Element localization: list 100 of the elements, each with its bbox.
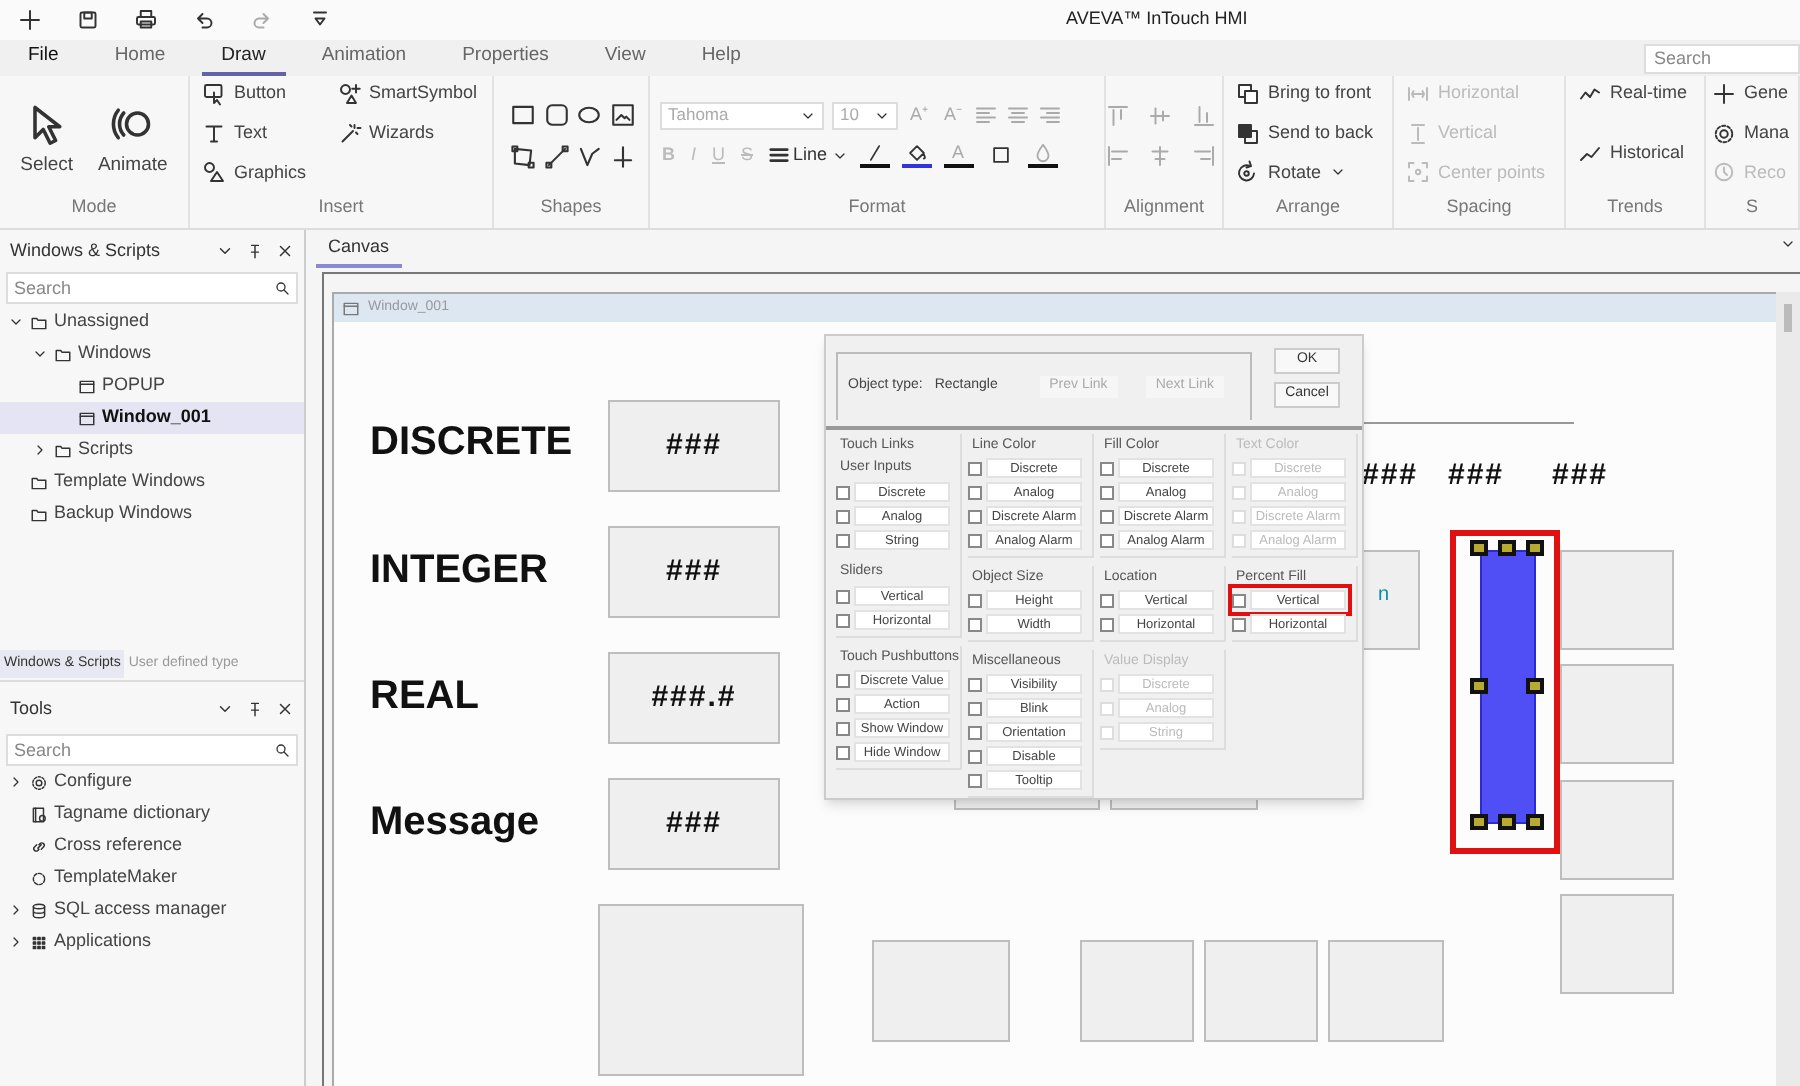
checkbox[interactable] <box>968 509 982 523</box>
search-field[interactable]: Search <box>1644 43 1800 73</box>
close-icon[interactable] <box>276 242 294 260</box>
search-icon[interactable] <box>274 280 290 296</box>
align-center-icon[interactable] <box>1006 103 1031 128</box>
tree-item[interactable]: Scripts <box>0 434 304 466</box>
tree-item[interactable]: POPUP <box>0 370 304 402</box>
search-field[interactable]: Search <box>6 734 298 766</box>
checkbox[interactable] <box>968 593 982 607</box>
tool-item[interactable]: SQL access manager <box>0 894 304 926</box>
checkbox[interactable] <box>836 533 850 547</box>
ribbon-button[interactable]: Wizards <box>337 115 480 152</box>
checkbox[interactable] <box>968 461 982 475</box>
align-center-icon[interactable] <box>1148 143 1173 167</box>
checkbox[interactable] <box>836 613 850 627</box>
tree-item[interactable]: Backup Windows <box>0 498 304 530</box>
menu-tab[interactable]: View <box>602 40 648 76</box>
checkbox[interactable] <box>968 485 982 499</box>
tree-item[interactable]: Unassigned <box>0 306 304 338</box>
ribbon-button[interactable]: Gene <box>1712 76 1792 112</box>
resize-handle[interactable] <box>1470 677 1488 693</box>
search-field[interactable]: Search <box>6 272 298 304</box>
polyline-icon[interactable] <box>576 143 602 169</box>
checkbox[interactable] <box>1100 593 1114 607</box>
tree-item[interactable]: Windows <box>0 338 304 370</box>
checkbox[interactable] <box>968 773 982 787</box>
search-icon[interactable] <box>274 742 290 758</box>
pin-icon[interactable] <box>246 242 264 260</box>
tool-item[interactable]: TemplateMaker <box>0 862 304 894</box>
tree-item[interactable]: Window_001 <box>0 402 304 434</box>
menu-tab[interactable]: Help <box>699 40 743 76</box>
print-icon[interactable] <box>134 8 158 32</box>
redo-icon[interactable] <box>250 8 274 32</box>
chevron-right-icon[interactable] <box>32 442 48 458</box>
checkbox[interactable] <box>1100 485 1114 499</box>
checkbox[interactable] <box>968 725 982 739</box>
checkbox[interactable] <box>968 533 982 547</box>
align-left-icon[interactable] <box>1106 143 1130 167</box>
align-middle-icon[interactable] <box>1148 103 1173 127</box>
chevron-right-icon[interactable] <box>8 774 24 790</box>
tool-item[interactable]: Cross reference <box>0 830 304 862</box>
ribbon-button[interactable]: SmartSymbol <box>337 76 480 112</box>
align-left-icon[interactable] <box>974 103 999 128</box>
checkbox[interactable] <box>1100 461 1114 475</box>
rounded-rectangle-icon[interactable] <box>543 101 569 127</box>
canvas-tab[interactable]: Canvas <box>316 230 402 268</box>
mode-button[interactable]: Select <box>20 101 74 181</box>
menu-tab[interactable]: Home <box>112 40 168 76</box>
polygon-icon[interactable] <box>510 143 536 169</box>
menu-tab[interactable]: File <box>26 40 61 76</box>
tree-item[interactable]: Template Windows <box>0 466 304 498</box>
checkbox[interactable] <box>1232 593 1246 607</box>
checkbox[interactable] <box>968 701 982 715</box>
new-icon[interactable] <box>18 8 42 32</box>
checkbox[interactable] <box>968 677 982 691</box>
save-icon[interactable] <box>76 8 100 32</box>
ribbon-button[interactable]: Bring to front <box>1236 76 1380 112</box>
line-color-button[interactable] <box>859 142 890 168</box>
chevron-down-icon[interactable] <box>216 242 234 260</box>
checkbox[interactable] <box>836 721 850 735</box>
checkbox[interactable] <box>1100 533 1114 547</box>
ribbon-button[interactable]: Graphics <box>202 154 309 191</box>
tool-item[interactable]: Configure <box>0 766 304 798</box>
transparency-button[interactable] <box>1027 142 1058 168</box>
ellipse-icon[interactable] <box>576 101 602 127</box>
checkbox[interactable] <box>836 697 850 711</box>
pin-icon[interactable] <box>246 700 264 718</box>
ribbon-button[interactable]: Button <box>202 76 309 112</box>
resize-handle[interactable] <box>1526 677 1544 693</box>
ribbon-button[interactable]: Real-time <box>1578 76 1692 112</box>
connector-icon[interactable] <box>609 143 635 169</box>
mode-button[interactable]: Animate <box>97 101 168 181</box>
ribbon-button[interactable]: Rotate <box>1236 154 1380 191</box>
ribbon-button[interactable]: Send to back <box>1236 115 1380 152</box>
menu-tab[interactable]: Animation <box>319 40 409 76</box>
checkbox[interactable] <box>836 485 850 499</box>
chevron-down-icon[interactable] <box>216 700 234 718</box>
line-style-button[interactable]: Line <box>767 141 848 169</box>
checkbox[interactable] <box>836 589 850 603</box>
checkbox[interactable] <box>968 749 982 763</box>
checkbox[interactable] <box>836 673 850 687</box>
scrollbar-thumb[interactable] <box>1784 304 1792 332</box>
ribbon-button[interactable]: Text <box>202 115 309 152</box>
rectangle-shape[interactable] <box>1480 550 1536 824</box>
image-icon[interactable] <box>609 101 635 127</box>
menu-tab[interactable]: Properties <box>460 40 551 76</box>
line-icon[interactable] <box>543 143 569 169</box>
align-right-icon[interactable] <box>1191 143 1216 167</box>
checkbox[interactable] <box>1100 509 1114 523</box>
align-right-icon[interactable] <box>1038 103 1063 128</box>
checkbox[interactable] <box>1232 617 1246 631</box>
fill-color-button[interactable] <box>901 142 932 168</box>
ribbon-button[interactable]: Mana <box>1712 115 1792 152</box>
scrollbar[interactable] <box>1776 292 1800 1086</box>
checkbox[interactable] <box>1100 617 1114 631</box>
checkbox[interactable] <box>836 745 850 759</box>
undo-icon[interactable] <box>192 8 216 32</box>
align-top-icon[interactable] <box>1106 103 1130 127</box>
checkbox[interactable] <box>968 617 982 631</box>
close-icon[interactable] <box>276 700 294 718</box>
